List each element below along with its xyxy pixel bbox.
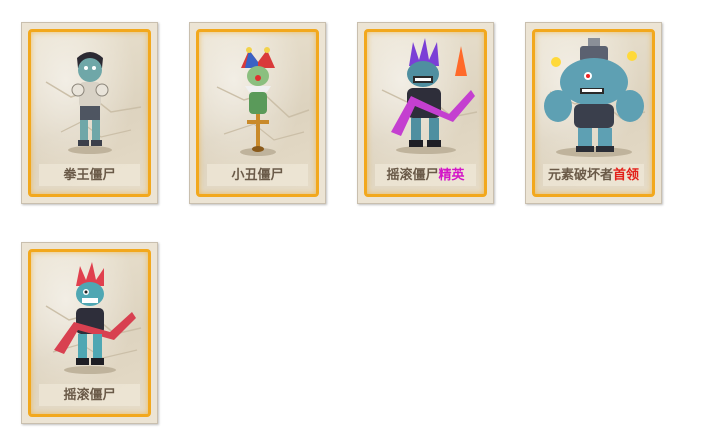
clown-zombie-icon [239,47,276,156]
card-label: 摇滚僵尸 [39,384,140,406]
rock-zombie-icon [53,262,136,374]
card-label: 摇滚僵尸精英 [375,164,476,186]
card-name: 摇滚僵尸 [63,387,116,402]
zombie-card-grid: 拳王僵尸 小丑僵尸 摇滚僵尸精英 元素破坏者首领 摇滚僵尸 [0,0,711,437]
card-frame: 元素破坏者首领 [532,29,655,197]
card-name: 拳王僵尸 [63,167,116,182]
card-name: 摇滚僵尸 [386,167,439,182]
element-destroyer-boss-icon [543,38,644,157]
card-frame: 摇滚僵尸 [28,249,151,417]
boxer-zombie-icon [67,52,112,154]
card-tag: 精英 [438,167,465,182]
card-name: 小丑僵尸 [231,167,284,182]
card-frame: 摇滚僵尸精英 [364,29,487,197]
card-rock-zombie[interactable]: 摇滚僵尸 [21,242,158,424]
card-clown-zombie[interactable]: 小丑僵尸 [189,22,326,204]
card-element-destroyer-boss[interactable]: 元素破坏者首领 [525,22,662,204]
card-frame: 小丑僵尸 [196,29,319,197]
card-name: 元素破坏者 [547,167,613,182]
card-boxer-zombie[interactable]: 拳王僵尸 [21,22,158,204]
card-tag: 首领 [613,167,640,182]
card-rock-zombie-elite[interactable]: 摇滚僵尸精英 [357,22,494,204]
rock-zombie-elite-icon [390,38,475,154]
card-label: 元素破坏者首领 [543,164,644,186]
card-label: 小丑僵尸 [207,164,308,186]
card-frame: 拳王僵尸 [28,29,151,197]
card-label: 拳王僵尸 [39,164,140,186]
